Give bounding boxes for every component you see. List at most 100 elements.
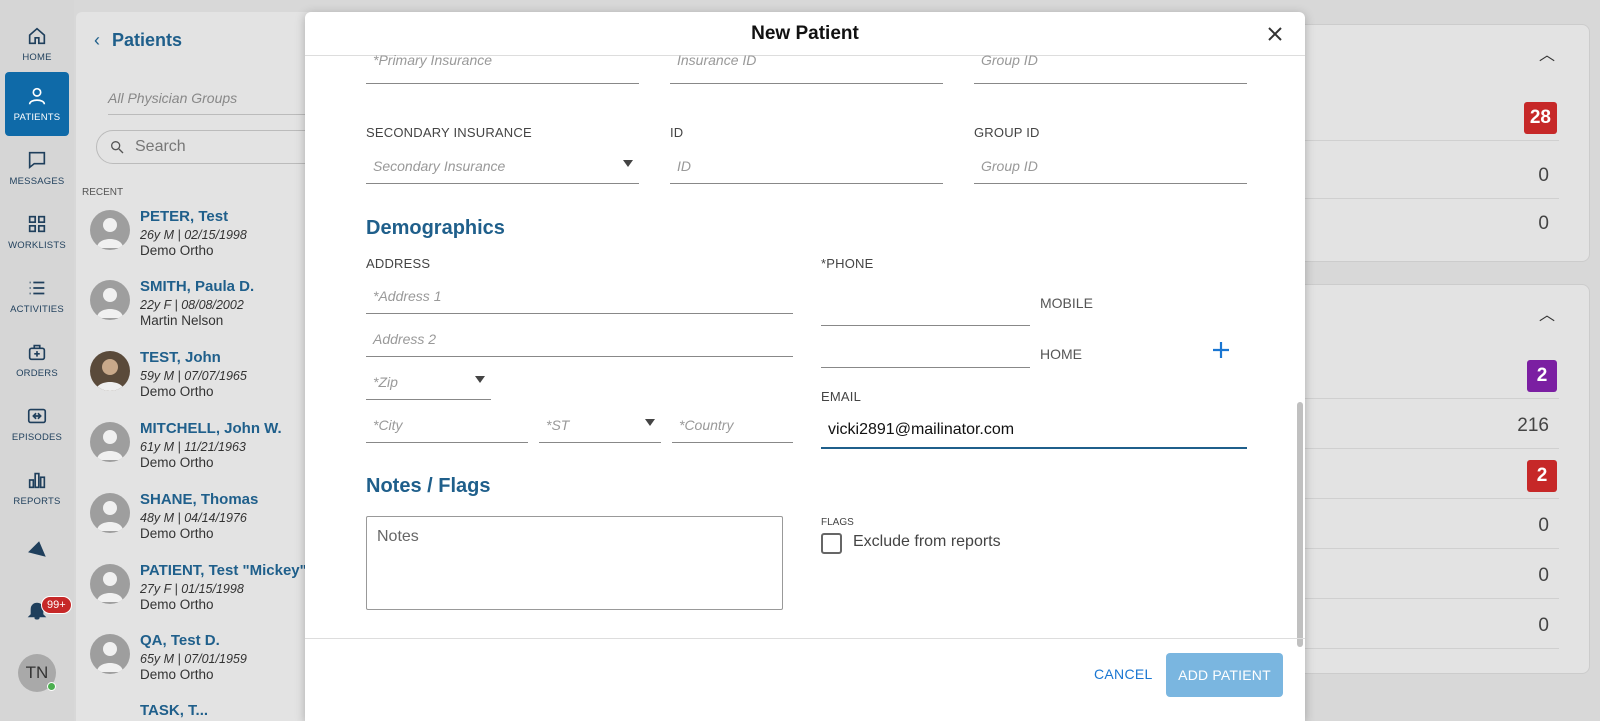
patient-info: 59y M | 07/07/1965 xyxy=(140,369,247,383)
patient-name: TASK, T... xyxy=(140,702,209,719)
summary-row[interactable]: 28 xyxy=(1279,95,1559,141)
chat-icon xyxy=(28,151,46,170)
summary-row[interactable]: 2 xyxy=(1279,353,1559,399)
patient-info: 61y M | 11/21/1963 xyxy=(140,440,246,454)
count-badge: 28 xyxy=(1523,102,1557,134)
nav-activities-label: ACTIVITIES xyxy=(10,304,64,315)
patient-name: PETER, Test xyxy=(140,208,229,225)
secondary-insurance-select[interactable]: Secondary Insurance xyxy=(366,148,639,184)
medical-bag-icon xyxy=(28,344,46,361)
nav-activities[interactable]: ACTIVITIES xyxy=(5,264,69,328)
id-label: ID xyxy=(670,125,684,140)
modal-scrollbar[interactable] xyxy=(1297,402,1303,647)
nav-worklists[interactable]: WORKLISTS xyxy=(5,200,69,264)
address1-input[interactable]: *Address 1 xyxy=(366,278,793,314)
patient-info: 22y F | 08/08/2002 xyxy=(140,298,244,312)
patients-header[interactable]: ‹ Patients xyxy=(94,30,182,51)
count-value: 0 xyxy=(1538,615,1549,636)
episodes-icon xyxy=(27,408,47,424)
patient-name: TEST, John xyxy=(140,349,221,366)
add-phone-button[interactable] xyxy=(1210,339,1232,361)
chevron-up-icon[interactable]: ︿ xyxy=(1539,301,1555,325)
patient-avatar xyxy=(90,564,130,604)
exclude-from-reports-label[interactable]: Exclude from reports xyxy=(853,533,1001,551)
primary-group-id-input[interactable]: Group ID xyxy=(974,48,1247,84)
phone-type-mobile[interactable]: MOBILE xyxy=(1040,295,1093,311)
patient-name: QA, Test D. xyxy=(140,632,220,649)
secondary-id-input[interactable]: ID xyxy=(670,148,943,184)
secondary-group-id-input[interactable]: Group ID xyxy=(974,148,1247,184)
mobile-phone-input[interactable] xyxy=(821,290,1030,326)
nav-orders-label: ORDERS xyxy=(16,368,58,379)
patient-name: MITCHELL, John W. xyxy=(140,420,282,437)
count-value: 0 xyxy=(1538,565,1549,586)
primary-insurance-id-input[interactable]: Insurance ID xyxy=(670,48,943,84)
nav-home[interactable]: HOME xyxy=(5,12,69,76)
nav-messages-label: MESSAGES xyxy=(9,176,65,187)
dropdown-arrow-icon xyxy=(623,160,633,167)
nav-patients[interactable]: PATIENTS xyxy=(5,72,69,136)
summary-row[interactable]: 0 xyxy=(1279,553,1559,599)
user-avatar[interactable]: TN xyxy=(18,654,56,692)
country-input[interactable]: *Country xyxy=(672,407,793,443)
close-button[interactable] xyxy=(1263,22,1287,46)
patient-avatar xyxy=(90,210,130,250)
summary-row[interactable]: 216 xyxy=(1279,403,1559,449)
phone-label: *PHONE xyxy=(821,256,874,271)
summary-row[interactable]: 2 xyxy=(1279,453,1559,499)
patient-name: SHANE, Thomas xyxy=(140,491,259,508)
phone-type-home[interactable]: HOME xyxy=(1040,346,1082,362)
address-label: ADDRESS xyxy=(366,256,431,271)
city-input[interactable]: *City xyxy=(366,407,528,443)
secondary-insurance-placeholder: Secondary Insurance xyxy=(373,158,506,174)
patient-group: Demo Ortho xyxy=(140,384,214,399)
announcements-button[interactable] xyxy=(5,530,69,570)
summary-row[interactable]: 0 xyxy=(1279,153,1559,199)
email-input[interactable]: vicki2891@mailinator.com xyxy=(821,411,1247,449)
count-value: 216 xyxy=(1517,415,1549,436)
summary-card-bottom: ︿ 2 216 2 0 0 0 xyxy=(1278,284,1590,674)
nav-reports[interactable]: REPORTS xyxy=(5,456,69,520)
summary-row[interactable]: 0 xyxy=(1279,503,1559,549)
recent-label: RECENT xyxy=(82,187,124,198)
patient-avatar xyxy=(90,493,130,533)
notes-textarea[interactable]: Notes xyxy=(366,516,783,610)
primary-insurance-placeholder: *Primary Insurance xyxy=(373,52,493,68)
list-icon xyxy=(29,281,45,295)
cancel-button[interactable]: CANCEL xyxy=(1094,666,1153,682)
group-id-label: GROUP ID xyxy=(974,125,1040,140)
summary-row[interactable]: 0 xyxy=(1279,603,1559,649)
grid-icon xyxy=(28,215,46,233)
demographics-heading: Demographics xyxy=(366,217,505,239)
patient-group: Demo Ortho xyxy=(140,597,214,612)
home-phone-input[interactable] xyxy=(821,332,1030,368)
address2-input[interactable]: Address 2 xyxy=(366,321,793,357)
notes-flags-heading: Notes / Flags xyxy=(366,475,491,497)
exclude-from-reports-checkbox[interactable] xyxy=(821,533,842,554)
zip-select[interactable]: *Zip xyxy=(366,364,491,400)
nav-messages[interactable]: MESSAGES xyxy=(5,136,69,200)
patient-name: SMITH, Paula D. xyxy=(140,278,255,295)
patient-group: Demo Ortho xyxy=(140,243,214,258)
summary-row[interactable]: 0 xyxy=(1279,201,1559,247)
flags-label: FLAGS xyxy=(821,517,854,528)
patient-group: Demo Ortho xyxy=(140,455,214,470)
add-patient-button[interactable]: ADD PATIENT xyxy=(1166,653,1283,697)
patient-avatar xyxy=(90,422,130,462)
nav-patients-label: PATIENTS xyxy=(13,112,61,123)
nav-orders[interactable]: ORDERS xyxy=(5,328,69,392)
count-value: 0 xyxy=(1538,213,1549,234)
chevron-up-icon[interactable]: ︿ xyxy=(1539,41,1555,65)
patient-photo xyxy=(90,351,130,391)
state-select[interactable]: *ST xyxy=(539,407,661,443)
megaphone-icon xyxy=(28,541,46,557)
nav-episodes[interactable]: EPISODES xyxy=(5,392,69,456)
zip-placeholder: *Zip xyxy=(373,374,398,390)
summary-card-top: ︿ 28 0 0 xyxy=(1278,24,1590,262)
email-label: EMAIL xyxy=(821,389,862,404)
primary-insurance-select[interactable]: *Primary Insurance xyxy=(366,48,639,84)
search-icon xyxy=(111,141,124,154)
dropdown-arrow-icon xyxy=(645,419,655,426)
online-status-dot xyxy=(47,682,56,691)
user-initials: TN xyxy=(25,663,49,682)
